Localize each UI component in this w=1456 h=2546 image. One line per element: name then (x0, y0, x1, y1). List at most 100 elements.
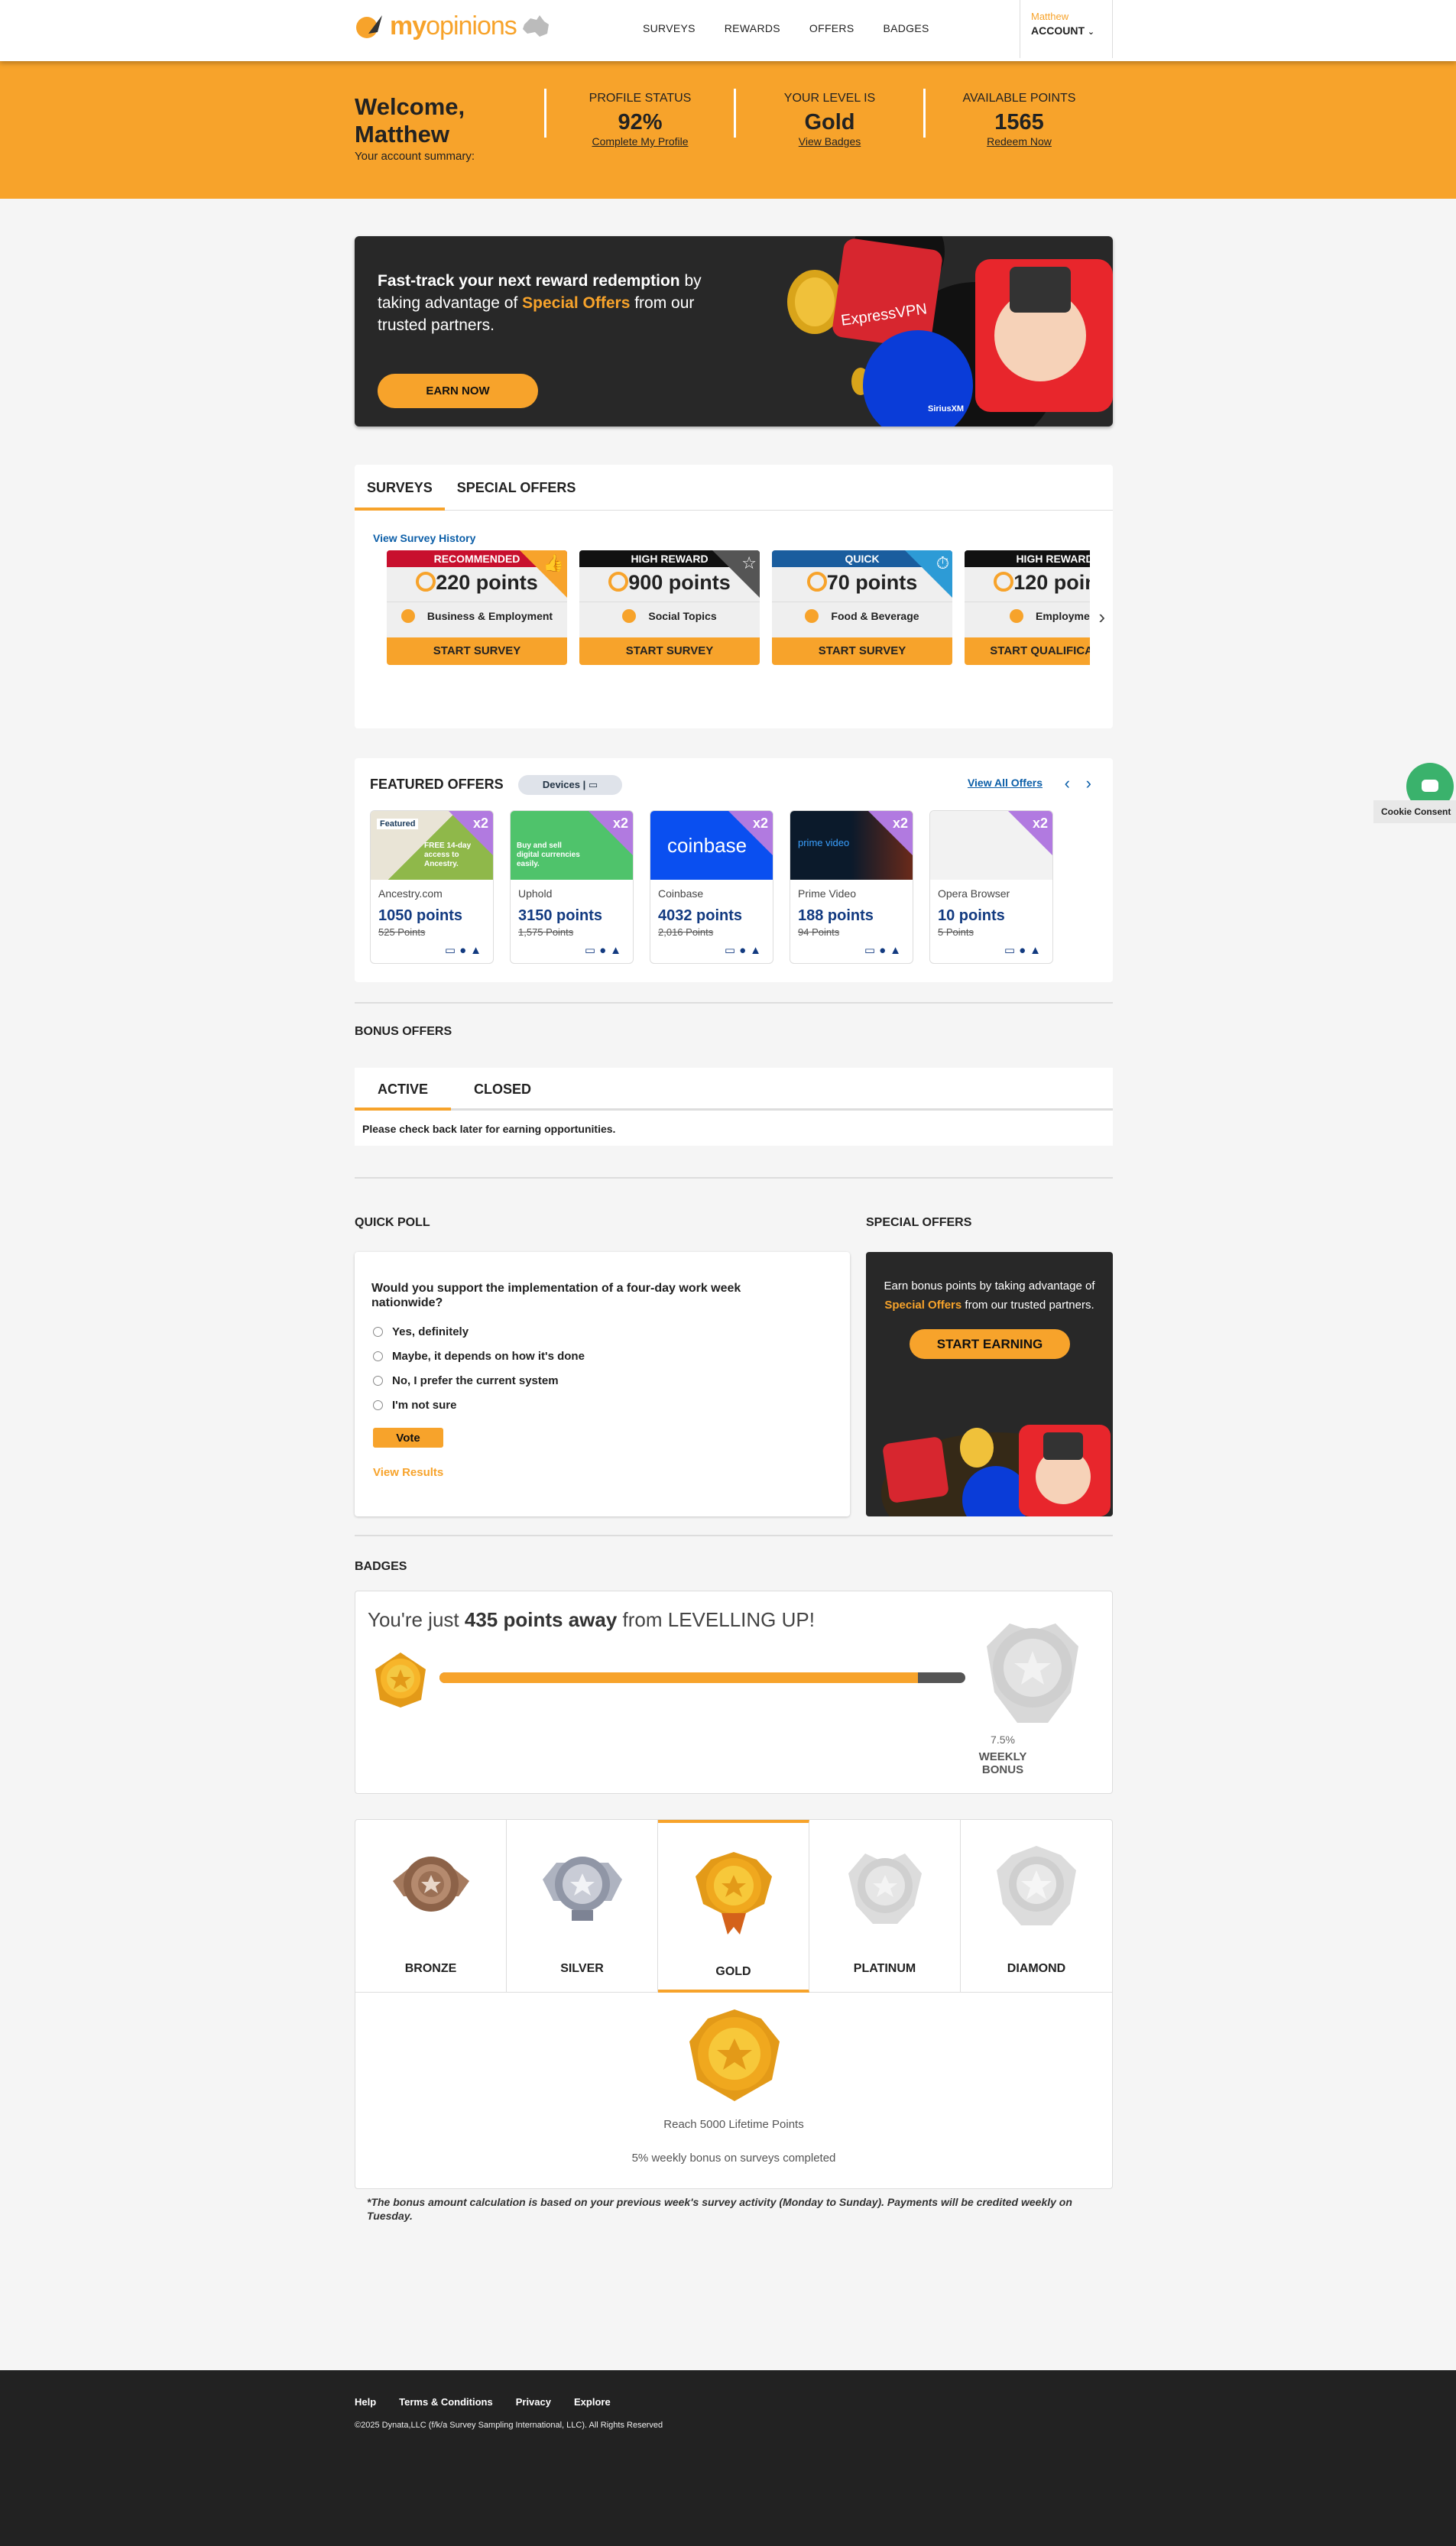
diamond-medal-icon (997, 1846, 1076, 1925)
welcome-heading: Welcome, Matthew (355, 93, 465, 148)
view-all-offers-link[interactable]: View All Offers (968, 777, 1043, 789)
tier-bronze[interactable]: BRONZE (355, 1820, 507, 1993)
bonus-offers-title: BONUS OFFERS (355, 1025, 452, 1038)
offer-old-points: 94 Points (798, 926, 840, 938)
stat-heading: AVAILABLE POINTS (962, 92, 1076, 105)
offer-name: Prime Video (798, 887, 857, 900)
bonus-empty-message: Please check back later for earning oppo… (355, 1111, 1113, 1146)
surveys-tabs: SURVEYS SPECIAL OFFERS (355, 465, 1113, 511)
nav-badges[interactable]: BADGES (884, 22, 929, 34)
offer-image: prime video x2 (790, 811, 913, 880)
radio-button[interactable] (373, 1327, 383, 1337)
radio-button[interactable] (373, 1376, 383, 1386)
account-menu[interactable]: Matthew ACCOUNT ⌄ (1020, 0, 1113, 58)
chevron-left-icon[interactable]: ‹ (1065, 774, 1070, 793)
offer-card[interactable]: prime video x2 Prime Video 188 points 94… (790, 810, 913, 964)
divider (355, 1535, 1113, 1536)
device-icons: ▭●▲ (444, 944, 485, 957)
stat-heading: PROFILE STATUS (589, 92, 692, 105)
footer-link-help[interactable]: Help (355, 2396, 376, 2408)
cookie-consent-tab[interactable]: Cookie Consent (1373, 800, 1456, 823)
survey-category: Employment (965, 602, 1090, 629)
survey-card[interactable]: HIGH REWARD ☆ 120 points Employment STAR… (965, 550, 1090, 665)
footer-link-explore[interactable]: Explore (574, 2396, 611, 2408)
redeem-now-link[interactable]: Redeem Now (926, 135, 1113, 148)
start-earning-button[interactable]: START EARNING (910, 1329, 1070, 1359)
offer-name: Coinbase (658, 887, 704, 900)
tier-requirement: Reach 5000 Lifetime Points (663, 2118, 804, 2131)
points-away: 435 points away (464, 1608, 618, 1631)
surveys-panel: SURVEYS SPECIAL OFFERS View Survey Histo… (355, 465, 1113, 728)
survey-card[interactable]: HIGH REWARD ☆ 900 points Social Topics S… (579, 550, 760, 665)
chevron-right-icon[interactable]: › (1098, 605, 1105, 629)
poll-option-label: No, I prefer the current system (392, 1374, 559, 1387)
coin-icon (416, 572, 436, 592)
prime-video-wordmark: prime video (798, 837, 850, 848)
view-results-link[interactable]: View Results (373, 1466, 443, 1479)
logo-text: myopinions (390, 11, 517, 41)
myopinions-logo[interactable]: myopinions (355, 11, 552, 41)
tab-active[interactable]: ACTIVE (355, 1068, 451, 1111)
footer-link-privacy[interactable]: Privacy (516, 2396, 551, 2408)
start-survey-button[interactable]: START SURVEY (579, 637, 760, 665)
view-survey-history-link[interactable]: View Survey History (373, 532, 475, 544)
vote-button[interactable]: Vote (373, 1428, 443, 1448)
start-survey-button[interactable]: START SURVEY (387, 637, 567, 665)
tier-gold[interactable]: GOLD (658, 1820, 809, 1993)
poll-option[interactable]: I'm not sure (373, 1399, 456, 1412)
tier-diamond[interactable]: DIAMOND (961, 1820, 1112, 1993)
tab-closed[interactable]: CLOSED (474, 1068, 531, 1111)
poll-option[interactable]: No, I prefer the current system (373, 1374, 559, 1387)
complete-profile-link[interactable]: Complete My Profile (546, 135, 734, 148)
footer-link-terms[interactable]: Terms & Conditions (399, 2396, 493, 2408)
offer-card[interactable]: Buy and sell digital currencies easily. … (510, 810, 634, 964)
chevron-right-icon[interactable]: › (1086, 774, 1091, 793)
survey-card[interactable]: RECOMMENDED 👍 220 points Business & Empl… (387, 550, 567, 665)
promo-text: Fast-track your next reward redemption b… (378, 270, 729, 336)
tab-surveys[interactable]: SURVEYS (355, 465, 445, 511)
devices-filter[interactable]: Devices | ▭ (518, 775, 622, 795)
survey-category-text: Food & Beverage (831, 609, 919, 622)
tier-platinum[interactable]: PLATINUM (809, 1820, 961, 1993)
category-icon (400, 608, 415, 623)
top-navigation-bar: myopinions SURVEYS REWARDS OFFERS BADGES… (0, 0, 1456, 61)
offer-name: Opera Browser (938, 887, 1010, 900)
start-survey-button[interactable]: START SURVEY (772, 637, 952, 665)
stat-value: 1565 (994, 110, 1044, 135)
multiplier-badge: x2 (892, 816, 908, 831)
level-progress-bar (439, 1672, 965, 1683)
stat-value: 92% (618, 110, 663, 135)
radio-button[interactable] (373, 1351, 383, 1361)
nav-surveys[interactable]: SURVEYS (643, 22, 696, 34)
offer-card[interactable]: coinbase x2 Coinbase 4032 points 2,016 P… (650, 810, 773, 964)
special-offers-title: SPECIAL OFFERS (866, 1216, 972, 1229)
device-icons: ▭●▲ (1004, 944, 1045, 957)
nav-offers[interactable]: OFFERS (809, 22, 854, 34)
poll-option-label: Yes, definitely (392, 1325, 469, 1338)
offer-old-points: 1,575 Points (518, 926, 574, 938)
earn-now-button[interactable]: EARN NOW (378, 374, 538, 408)
offer-image: Featured FREE 14-day access to Ancestry.… (371, 811, 493, 880)
poll-option-label: I'm not sure (392, 1399, 457, 1412)
special-text-part1: Earn bonus points by taking advantage of (884, 1279, 1095, 1292)
nav-rewards[interactable]: REWARDS (725, 22, 780, 34)
offer-card[interactable]: x2 Opera Browser 10 points 5 Points ▭●▲ (929, 810, 1053, 964)
offer-card[interactable]: Featured FREE 14-day access to Ancestry.… (370, 810, 494, 964)
footer-links: Help Terms & Conditions Privacy Explore (355, 2396, 611, 2408)
special-highlight: Special Offers (884, 1299, 962, 1312)
tier-silver[interactable]: SILVER (507, 1820, 658, 1993)
radio-button[interactable] (373, 1400, 383, 1410)
view-badges-link[interactable]: View Badges (736, 135, 923, 148)
platinum-medal-icon (848, 1854, 922, 1924)
star-icon: ☆ (741, 553, 757, 572)
poll-option[interactable]: Maybe, it depends on how it's done (373, 1350, 585, 1363)
tier-name: DIAMOND (1007, 1962, 1066, 1975)
start-qualification-button[interactable]: START QUALIFICATION (965, 637, 1090, 665)
survey-card[interactable]: QUICK ⏱ 70 points Food & Beverage START … (772, 550, 952, 665)
tab-special-offers[interactable]: SPECIAL OFFERS (445, 465, 589, 510)
profile-status-stat: PROFILE STATUS 92% Complete My Profile (544, 89, 734, 148)
tier-bonus: 5% weekly bonus on surveys completed (631, 2152, 836, 2165)
device-icons: ▭●▲ (724, 944, 765, 957)
level-up-message: You're just 435 points away from LEVELLI… (368, 1608, 815, 1632)
poll-option[interactable]: Yes, definitely (373, 1325, 469, 1338)
